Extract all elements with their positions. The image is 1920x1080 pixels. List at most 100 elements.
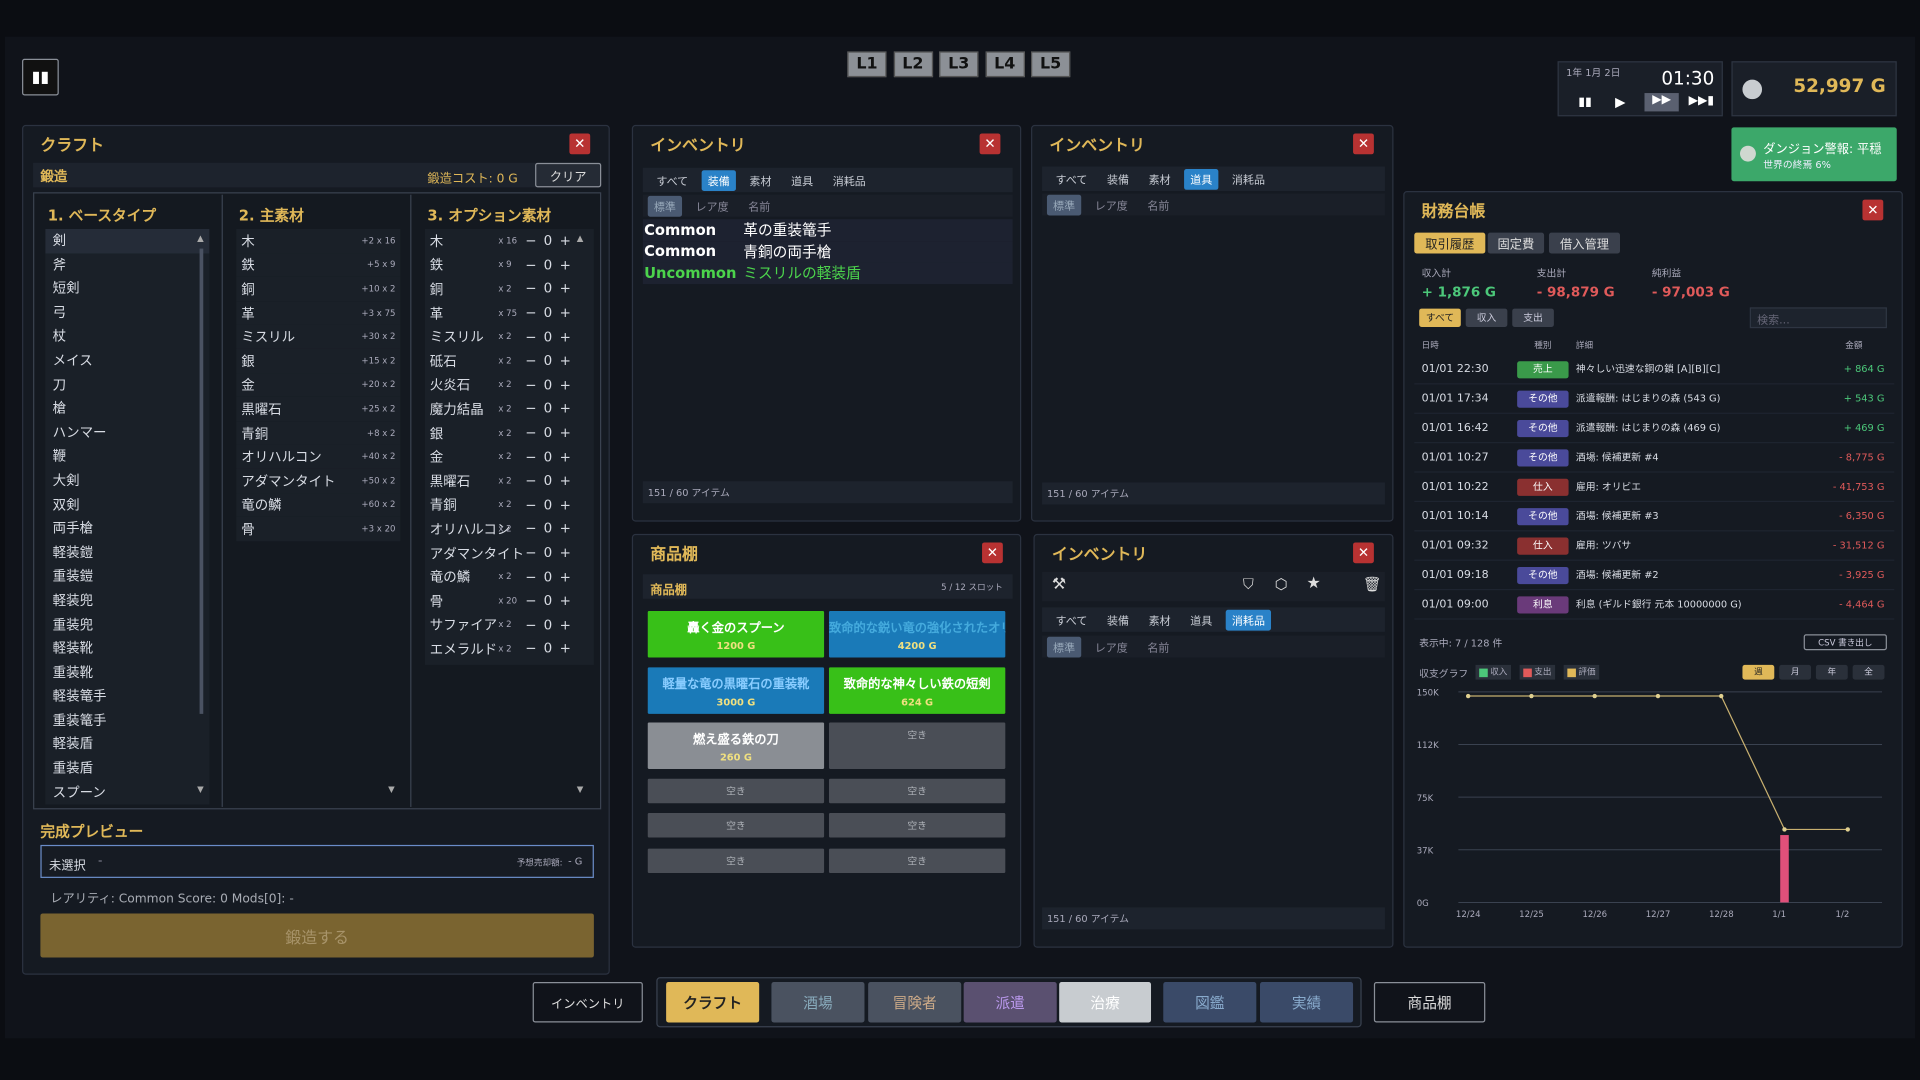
- plus-button[interactable]: +: [560, 569, 571, 585]
- main-material-item[interactable]: 金 +20 x 2: [236, 372, 401, 397]
- ledger-row[interactable]: 01/01 09:32 仕入 雇用: ツバサ - 31,512 G: [1414, 531, 1895, 561]
- main-tab-3[interactable]: 派遣: [963, 982, 1057, 1023]
- main-material-item[interactable]: 革 +3 x 75: [236, 300, 401, 325]
- inventory-tab[interactable]: 装備: [701, 169, 736, 191]
- minus-button[interactable]: −: [525, 353, 536, 369]
- inventory-tab[interactable]: 装備: [1101, 168, 1135, 189]
- plus-button[interactable]: +: [560, 257, 571, 273]
- shelf-item[interactable]: 軽量な竜の黒曜石の重装靴 3000 G: [647, 667, 825, 714]
- filter-icon[interactable]: ⛉: [1243, 576, 1254, 594]
- hammer-icon[interactable]: ⚒: [1052, 576, 1066, 594]
- main-tab-5[interactable]: 図鑑: [1163, 982, 1257, 1023]
- plus-button[interactable]: +: [560, 545, 571, 561]
- base-type-item[interactable]: スプーン: [45, 781, 209, 805]
- ledger-row[interactable]: 01/01 10:22 仕入 雇用: オリビエ - 41,753 G: [1414, 473, 1895, 503]
- inventory-tab[interactable]: 素材: [743, 170, 777, 191]
- clear-button[interactable]: クリア: [535, 162, 602, 188]
- main-tab-6[interactable]: 実績: [1260, 982, 1354, 1023]
- speed-play-icon[interactable]: ▶: [1615, 94, 1625, 110]
- base-type-item[interactable]: 軽装兜: [45, 589, 209, 613]
- ledger-search[interactable]: 検索...: [1749, 307, 1887, 329]
- ledger-tab[interactable]: 借入管理: [1548, 232, 1621, 254]
- scroll-down-icon[interactable]: ▼: [388, 785, 395, 795]
- shelf-empty-slot[interactable]: 空き: [647, 848, 825, 874]
- inventory-tab[interactable]: 消耗品: [1225, 609, 1272, 631]
- base-type-item[interactable]: 重装盾: [45, 757, 209, 781]
- shelf-item[interactable]: 致命的な鋭い竜の強化されたオリハルコンの 4200 G: [828, 611, 1006, 658]
- base-type-item[interactable]: 鞭: [45, 445, 209, 469]
- main-material-item[interactable]: オリハルコン +40 x 2: [236, 444, 401, 469]
- scrollbar[interactable]: [199, 248, 204, 714]
- inventory-tab[interactable]: すべて: [1049, 609, 1093, 630]
- shelf-empty-slot[interactable]: 空き: [828, 778, 1006, 804]
- base-type-item[interactable]: 両手槍: [45, 517, 209, 541]
- base-type-item[interactable]: 大剣: [45, 469, 209, 493]
- close-icon[interactable]: ✕: [979, 133, 1001, 155]
- plus-button[interactable]: +: [560, 617, 571, 633]
- cube-icon[interactable]: ⬡: [1275, 576, 1288, 593]
- base-type-item[interactable]: 短剣: [45, 277, 209, 301]
- plus-button[interactable]: +: [560, 473, 571, 489]
- sort-option[interactable]: 名前: [742, 195, 776, 216]
- base-type-item[interactable]: 軽装靴: [45, 637, 209, 661]
- ledger-row[interactable]: 01/01 10:27 その他 酒場: 候補更新 #4 - 8,775 G: [1414, 443, 1895, 473]
- plus-button[interactable]: +: [560, 281, 571, 297]
- level-button-l4[interactable]: L4: [985, 51, 1025, 78]
- ledger-row[interactable]: 01/01 22:30 売上 神々しい迅速な銅の鎖 [A][B][C] + 864 G: [1414, 355, 1895, 385]
- inventory-tab[interactable]: すべて: [650, 170, 694, 191]
- level-button-l3[interactable]: L3: [939, 51, 979, 78]
- speed-fastest-icon[interactable]: ▶▶▮: [1689, 94, 1715, 107]
- inventory-tab[interactable]: 消耗品: [1226, 168, 1271, 189]
- inventory-tab[interactable]: 道具: [1184, 168, 1219, 190]
- pause-button[interactable]: ▮▮: [22, 58, 59, 96]
- sort-option[interactable]: 標準: [1046, 636, 1082, 657]
- close-icon[interactable]: ✕: [1353, 542, 1374, 564]
- level-button-l2[interactable]: L2: [893, 51, 933, 78]
- ledger-tab[interactable]: 固定費: [1487, 232, 1545, 254]
- plus-button[interactable]: +: [560, 641, 571, 657]
- minus-button[interactable]: −: [525, 497, 536, 513]
- inventory-tab[interactable]: 道具: [785, 170, 819, 191]
- main-material-item[interactable]: ミスリル +30 x 2: [236, 324, 401, 349]
- main-material-item[interactable]: 銀 +15 x 2: [236, 348, 401, 373]
- inventory-tab[interactable]: 装備: [1101, 609, 1135, 630]
- close-icon[interactable]: ✕: [982, 542, 1003, 564]
- inventory-item[interactable]: Common 青銅の両手槍: [642, 240, 1013, 263]
- plus-button[interactable]: +: [560, 425, 571, 441]
- close-icon[interactable]: ✕: [1862, 199, 1884, 221]
- inventory-tab[interactable]: 消耗品: [827, 170, 872, 191]
- shelf-empty-slot[interactable]: 空き: [828, 813, 1006, 838]
- sort-option[interactable]: レア度: [1089, 194, 1134, 215]
- shelf-item[interactable]: 致命的な神々しい鉄の短剣 624 G: [828, 667, 1006, 714]
- sort-option[interactable]: レア度: [1089, 636, 1134, 657]
- minus-button[interactable]: −: [525, 281, 536, 297]
- main-material-item[interactable]: 鉄 +5 x 9: [236, 252, 401, 277]
- main-material-item[interactable]: 黒曜石 +25 x 2: [236, 396, 401, 421]
- speed-pause-icon[interactable]: ▮▮: [1578, 96, 1591, 109]
- main-tab-4[interactable]: 治療: [1059, 982, 1152, 1023]
- shelf-empty-slot[interactable]: 空き: [647, 813, 825, 838]
- minus-button[interactable]: −: [525, 593, 536, 609]
- trash-icon[interactable]: 🗑: [1363, 576, 1382, 593]
- base-type-item[interactable]: 刀: [45, 373, 209, 397]
- ledger-row[interactable]: 01/01 09:00 利息 利息 (ギルド銀行 元本 10000000 G) - 4…: [1414, 590, 1895, 620]
- minus-button[interactable]: −: [525, 449, 536, 465]
- sort-option[interactable]: 名前: [1141, 194, 1175, 215]
- ledger-filter[interactable]: 支出: [1512, 308, 1554, 327]
- base-type-item[interactable]: 杖: [45, 325, 209, 349]
- base-type-item[interactable]: 弓: [45, 301, 209, 325]
- minus-button[interactable]: −: [525, 425, 536, 441]
- range-button[interactable]: 全: [1852, 664, 1885, 680]
- ledger-filter[interactable]: 収入: [1465, 308, 1508, 327]
- inventory-tab[interactable]: 素材: [1142, 609, 1176, 630]
- plus-button[interactable]: +: [560, 377, 571, 393]
- minus-button[interactable]: −: [525, 233, 536, 249]
- base-type-item[interactable]: ハンマー: [45, 421, 209, 445]
- base-type-item[interactable]: 双剣: [45, 493, 209, 517]
- main-tab-0[interactable]: クラフト: [666, 982, 760, 1023]
- base-type-item[interactable]: 重装兜: [45, 613, 209, 637]
- scroll-down-icon[interactable]: ▼: [577, 785, 584, 795]
- ledger-filter[interactable]: すべて: [1419, 308, 1461, 327]
- level-button-l5[interactable]: L5: [1031, 51, 1071, 78]
- shelf-item[interactable]: 燃え盛る鉄の刀 260 G: [647, 722, 825, 769]
